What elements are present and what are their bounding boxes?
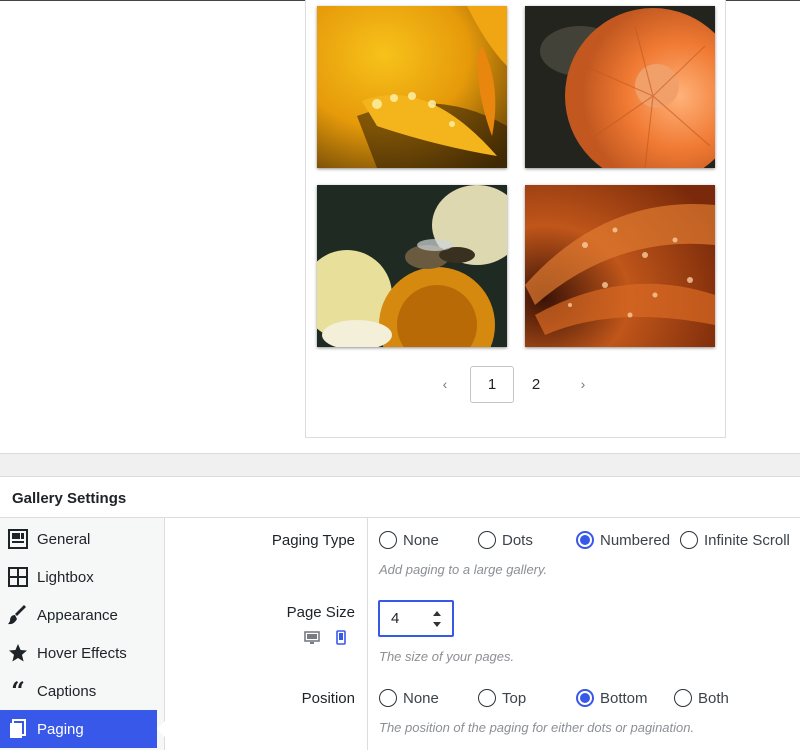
settings-sidebar: General Lightbox Appearance Hover Effect… xyxy=(0,518,165,750)
paging-type-infinite-scroll-radio[interactable]: Infinite Scroll xyxy=(680,531,790,549)
sidebar-item-label: Appearance xyxy=(37,606,118,624)
quote-icon: “ xyxy=(11,676,25,705)
page-size-stepper[interactable] xyxy=(432,611,442,627)
gallery-image-yellow-flower[interactable] xyxy=(317,6,507,168)
position-options: None Top Bottom Both xyxy=(379,687,729,709)
sidebar-item-paging[interactable]: Paging xyxy=(0,710,165,748)
position-top-radio[interactable]: Top xyxy=(478,689,576,707)
sidebar-item-general[interactable]: General xyxy=(0,520,165,558)
position-bottom-radio[interactable]: Bottom xyxy=(576,689,674,707)
paging-type-none-radio[interactable]: None xyxy=(379,531,478,549)
gallery-image-bee-coneflower[interactable] xyxy=(317,185,507,347)
panel-title: Gallery Settings xyxy=(12,490,127,507)
page-size-help: The size of your pages. xyxy=(379,649,515,664)
grid-icon xyxy=(8,567,28,587)
pagination-prev-button[interactable]: ‹ xyxy=(420,376,470,392)
sidebar-item-label: Lightbox xyxy=(37,568,94,586)
sidebar-item-hover-effects[interactable]: Hover Effects xyxy=(0,634,165,672)
sidebar-item-captions[interactable]: “ Captions xyxy=(0,672,165,710)
position-none-radio[interactable]: None xyxy=(379,689,478,707)
position-help: The position of the paging for either do… xyxy=(379,720,695,735)
paging-type-options: None Dots Numbered Infinite Scroll xyxy=(379,529,790,551)
pagination-page-1[interactable]: 1 xyxy=(470,365,514,403)
gallery-image-orange-petals[interactable] xyxy=(525,185,715,347)
gallery-settings-panel: Gallery Settings General Lightbox Appear… xyxy=(0,477,800,750)
paging-type-label: Paging Type xyxy=(271,532,355,549)
sidebar-item-label: Paging xyxy=(37,720,84,738)
device-toggle xyxy=(304,630,346,650)
pages-icon xyxy=(8,719,28,739)
paging-type-dots-radio[interactable]: Dots xyxy=(478,531,576,549)
gallery-pagination: ‹ 1 2 › xyxy=(420,365,608,403)
pagination-next-button[interactable]: › xyxy=(558,376,608,392)
section-divider xyxy=(0,453,800,477)
gallery-icon xyxy=(8,529,28,549)
sidebar-item-label: Hover Effects xyxy=(37,644,127,662)
position-both-radio[interactable]: Both xyxy=(674,689,729,707)
gallery-image-orange-dahlia[interactable] xyxy=(525,6,715,168)
page-size-input[interactable]: 4 xyxy=(378,600,454,637)
desktop-icon[interactable] xyxy=(304,630,320,650)
paging-type-numbered-radio[interactable]: Numbered xyxy=(576,531,680,549)
page-size-label: Page Size xyxy=(286,604,355,621)
sidebar-item-label: Captions xyxy=(37,682,97,700)
sidebar-item-lightbox[interactable]: Lightbox xyxy=(0,558,165,596)
mobile-icon[interactable] xyxy=(336,630,346,650)
pagination-page-2[interactable]: 2 xyxy=(514,366,558,403)
paging-type-help: Add paging to a large gallery. xyxy=(379,562,548,577)
position-label: Position xyxy=(301,690,355,707)
sidebar-item-appearance[interactable]: Appearance xyxy=(0,596,165,634)
brush-icon xyxy=(8,605,28,625)
star-icon xyxy=(8,643,28,663)
sidebar-item-label: General xyxy=(37,530,91,548)
